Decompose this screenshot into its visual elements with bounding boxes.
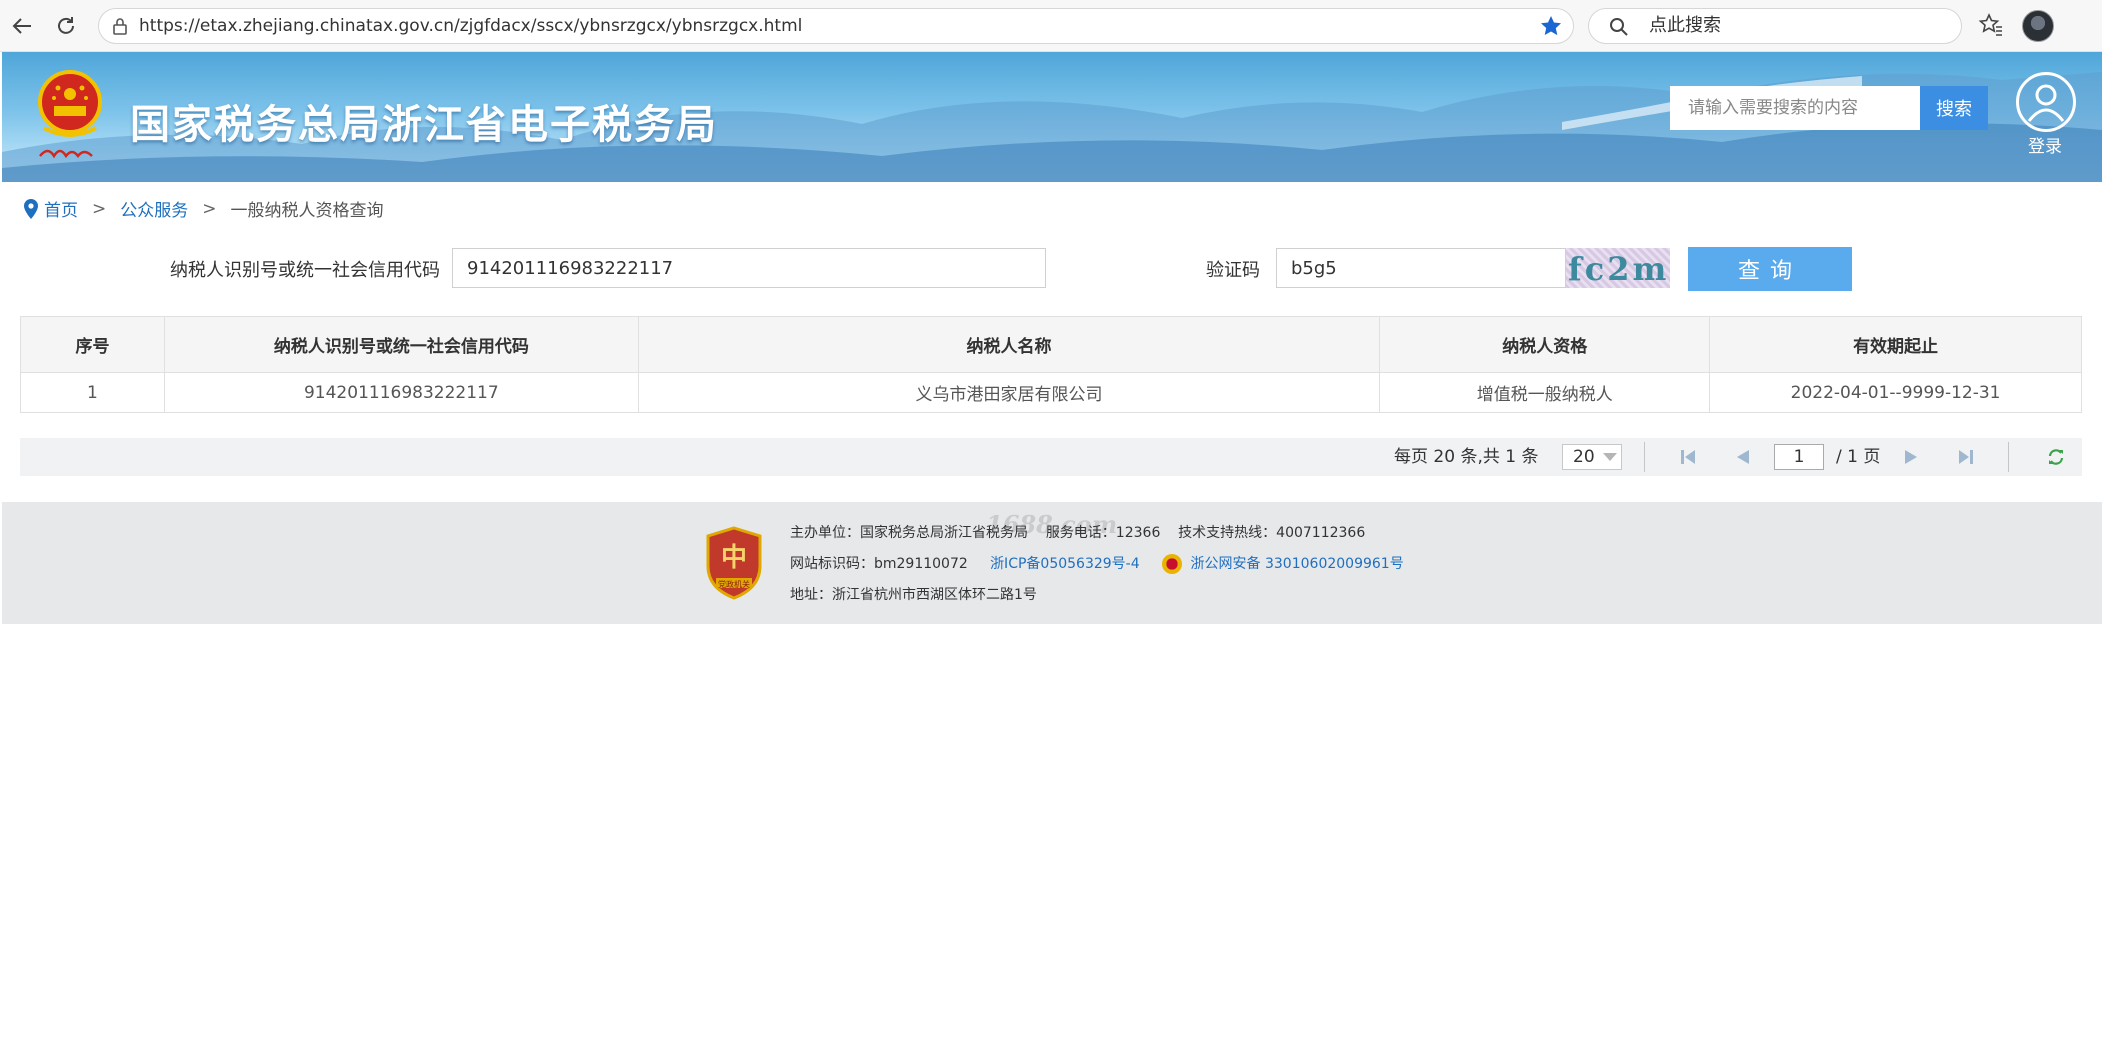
footer-site-id: 网站标识码：bm29110072 [790,556,968,572]
footer-phone: 服务电话：12366 [1045,525,1161,541]
refresh-icon [58,17,74,34]
breadcrumb-separator: > [202,198,217,219]
favorite-star-icon[interactable] [1539,14,1563,38]
cell-tax-id: 914201116983222117 [163,372,639,413]
footer-police-record-link[interactable]: 浙公网安备 33010602009961号 [1191,556,1404,572]
pagination-info: 每页 20 条,共 1 条 [1394,447,1539,467]
column-header: 纳税人识别号或统一社会信用代码 [163,316,639,373]
breadcrumb-public-service[interactable]: 公众服务 [120,196,188,221]
captcha-image[interactable]: fc2m [1566,248,1670,288]
cell-qualification: 增值税一般纳税人 [1379,372,1711,413]
user-icon [2027,84,2065,122]
site-footer: 中 党政机关 1688.com 主办单位：国家税务总局浙江省税务局 服务电话：1… [2,502,2102,624]
next-page-icon[interactable] [1902,449,1920,465]
site-search-input[interactable] [1670,86,1920,130]
last-page-icon[interactable] [1956,449,1974,465]
cell-index: 1 [20,372,165,413]
query-button[interactable]: 查询 [1688,247,1852,291]
cell-taxpayer-name: 义乌市港田家居有限公司 [637,372,1381,413]
breadcrumb-home[interactable]: 首页 [44,196,78,221]
police-badge-icon [1162,554,1183,574]
url-text: https://etax.zhejiang.chinatax.gov.cn/zj… [139,16,803,36]
party-government-badge-icon: 中 党政机关 [706,526,762,600]
back-button[interactable] [6,10,38,42]
address-bar[interactable]: https://etax.zhejiang.chinatax.gov.cn/zj… [98,8,1574,44]
column-header: 纳税人名称 [637,316,1381,373]
current-page-input[interactable] [1774,444,1824,470]
captcha-image-text: fc2m [1568,250,1670,288]
lock-icon [113,18,127,35]
pagination-bar: 每页 20 条,共 1 条 20 / 1 页 [20,438,2082,476]
site-header: 国家税务总局浙江省电子税务局 搜索 登录 [2,52,2102,182]
browser-search-text: 点此搜索 [1649,15,1721,36]
footer-icp-link[interactable]: 浙ICP备05056329号-4 [990,556,1140,572]
back-arrow-icon [12,18,31,34]
footer-line-2: 网站标识码：bm29110072 浙ICP备05056329号-4 浙公网安备 … [790,553,1404,574]
footer-sponsor: 主办单位：国家税务总局浙江省税务局 [790,525,1028,541]
login-label[interactable]: 登录 [2028,132,2062,157]
login-user-icon[interactable] [2016,72,2076,132]
refresh-button[interactable] [50,10,82,42]
location-pin-icon [24,198,38,219]
site-search-button[interactable]: 搜索 [1920,86,1988,130]
first-page-icon[interactable] [1680,449,1698,465]
footer-address: 地址：浙江省杭州市西湖区体环二路1号 [790,587,1037,603]
tax-id-input[interactable] [452,248,1046,288]
page-size-select[interactable]: 20 [1562,444,1622,470]
browser-toolbar: https://etax.zhejiang.chinatax.gov.cn/zj… [0,0,2102,52]
breadcrumb-current: 一般纳税人资格查询 [230,201,384,221]
page-size-value: 20 [1573,447,1595,467]
favorites-icon[interactable] [1978,12,2004,38]
national-emblem-logo [38,70,102,159]
column-header: 纳税人资格 [1379,316,1711,373]
site-title: 国家税务总局浙江省电子税务局 [130,102,718,148]
svg-text:中: 中 [721,543,747,573]
captcha-label: 验证码 [1206,260,1260,281]
total-pages: / 1 页 [1836,447,1881,467]
result-table: 序号 纳税人识别号或统一社会信用代码 纳税人名称 纳税人资格 有效期起止 1 9… [20,316,2082,413]
profile-avatar[interactable] [2022,10,2054,42]
table-header-row: 序号 纳税人识别号或统一社会信用代码 纳税人名称 纳税人资格 有效期起止 [20,316,2082,373]
prev-page-icon[interactable] [1734,449,1752,465]
footer-line-1: 主办单位：国家税务总局浙江省税务局 服务电话：12366 技术支持热线：4007… [790,522,1365,542]
column-header: 序号 [20,316,165,373]
pager-divider [1644,442,1645,472]
table-row: 1 914201116983222117 义乌市港田家居有限公司 增值税一般纳税… [20,372,2082,413]
search-icon [1610,18,1628,36]
breadcrumb: 首页 > 公众服务 > 一般纳税人资格查询 [22,196,384,221]
refresh-icon[interactable] [2046,448,2066,466]
captcha-input[interactable] [1276,248,1566,288]
chevron-down-icon [1603,453,1617,461]
pager-divider [2008,442,2009,472]
breadcrumb-separator: > [92,198,107,219]
tax-id-label: 纳税人识别号或统一社会信用代码 [170,260,440,281]
browser-search-box[interactable]: 点此搜索 [1588,8,1962,44]
badge-text: 党政机关 [718,579,750,589]
column-header: 有效期起止 [1709,316,2082,373]
cell-validity: 2022-04-01--9999-12-31 [1709,372,2082,413]
footer-support: 技术支持热线：4007112366 [1178,525,1366,541]
